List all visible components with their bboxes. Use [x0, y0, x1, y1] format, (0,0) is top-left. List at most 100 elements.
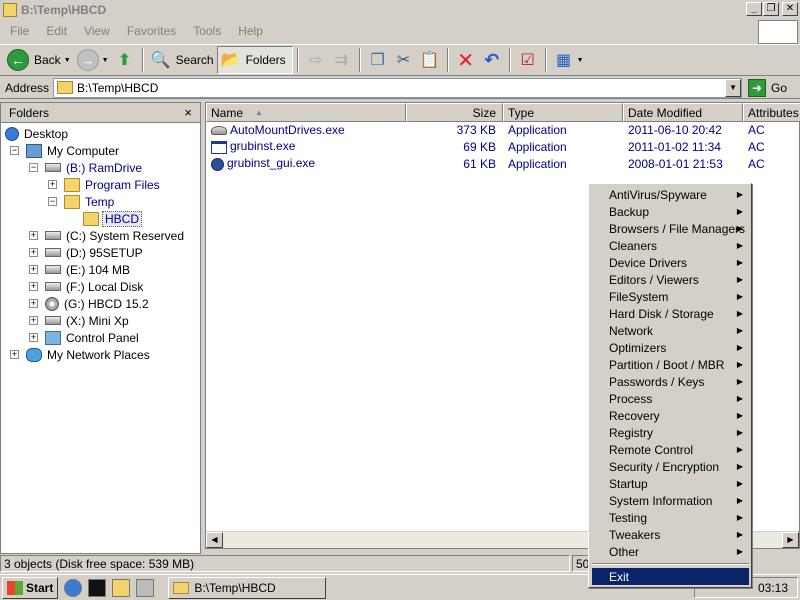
- menu-item-filesystem[interactable]: FileSystem ▶: [592, 288, 749, 305]
- menu-item-hard-disk[interactable]: Hard Disk / Storage ▶: [592, 305, 749, 322]
- menu-view[interactable]: View: [74, 24, 117, 38]
- chevron-down-icon[interactable]: ▼: [64, 57, 71, 64]
- copy-to-button[interactable]: ⇉: [329, 46, 355, 74]
- tree-item-hbcd[interactable]: HBCD: [83, 210, 143, 227]
- expand-icon[interactable]: +: [48, 180, 57, 189]
- menu-tools[interactable]: Tools: [183, 24, 228, 38]
- menu-item-antivirus[interactable]: AntiVirus/Spyware ▶: [592, 186, 749, 203]
- menu-item-recovery[interactable]: Recovery ▶: [592, 407, 749, 424]
- go-button[interactable]: ➜ Go: [748, 78, 787, 97]
- tree-item-f-local-disk[interactable]: (F:) Local Disk: [45, 278, 145, 295]
- up-button[interactable]: ⬆: [112, 46, 138, 74]
- column-name[interactable]: Name ▲: [206, 103, 406, 122]
- back-button[interactable]: ← Back ▼: [4, 46, 74, 74]
- column-headers: Name ▲ Size Type Date Modified Attribute…: [206, 103, 800, 122]
- folders-icon: 📂: [220, 52, 241, 69]
- delete-button[interactable]: ✕: [453, 46, 479, 74]
- expand-icon[interactable]: +: [29, 333, 38, 342]
- expand-icon[interactable]: +: [10, 350, 19, 359]
- menu-item-network[interactable]: Network ▶: [592, 322, 749, 339]
- tree-item-program-files[interactable]: Program Files: [64, 176, 162, 193]
- undo-button[interactable]: ↶: [479, 46, 505, 74]
- tree-item-g-hbcd[interactable]: (G:) HBCD 15.2: [45, 295, 151, 312]
- menu-item-system-information[interactable]: System Information ▶: [592, 492, 749, 509]
- internet-explorer-icon[interactable]: [64, 578, 83, 597]
- tree-item-c-system-reserved[interactable]: (C:) System Reserved: [45, 227, 186, 244]
- chevron-down-icon[interactable]: ▼: [577, 57, 584, 64]
- file-modified: 2008-01-01 21:53: [628, 156, 723, 171]
- menu-favorites[interactable]: Favorites: [117, 24, 183, 38]
- tree-item-b-ramdrive[interactable]: (B:) RamDrive: [45, 159, 144, 176]
- tree-item-my-computer[interactable]: My Computer: [26, 142, 121, 159]
- taskbar-window-button[interactable]: B:\Temp\HBCD: [168, 576, 327, 599]
- menu-help[interactable]: Help: [228, 24, 270, 38]
- disk-utility-icon[interactable]: [136, 578, 155, 597]
- expand-icon[interactable]: +: [29, 299, 38, 308]
- menu-edit[interactable]: Edit: [36, 24, 74, 38]
- column-attributes[interactable]: Attributes: [743, 103, 800, 122]
- tree-item-temp[interactable]: Temp: [64, 193, 116, 210]
- folders-button[interactable]: 📂 Folders: [216, 46, 293, 74]
- menu-item-optimizers[interactable]: Optimizers ▶: [592, 339, 749, 356]
- menu-item-security[interactable]: Security / Encryption ▶: [592, 458, 749, 475]
- close-button[interactable]: ✕: [782, 2, 798, 16]
- address-input[interactable]: B:\Temp\HBCD ▼: [53, 77, 743, 98]
- tree-item-control-panel[interactable]: Control Panel: [45, 329, 141, 346]
- scroll-left-icon[interactable]: ◀: [206, 532, 223, 548]
- minimize-button[interactable]: _: [746, 2, 762, 16]
- column-date-modified[interactable]: Date Modified: [623, 103, 743, 122]
- menu-item-device-drivers[interactable]: Device Drivers ▶: [592, 254, 749, 271]
- collapse-icon[interactable]: −: [10, 146, 19, 155]
- views-button[interactable]: ▦ ▼: [551, 46, 587, 74]
- column-type[interactable]: Type: [503, 103, 623, 122]
- menu-item-registry[interactable]: Registry ▶: [592, 424, 749, 441]
- table-row[interactable]: grubinst.exe 69 KB Application 2011-01-0…: [206, 138, 800, 155]
- copy-button[interactable]: ❐: [365, 46, 391, 74]
- expand-icon[interactable]: +: [29, 231, 38, 240]
- menu-item-testing[interactable]: Testing ▶: [592, 509, 749, 526]
- start-button[interactable]: Start: [2, 576, 59, 599]
- search-button[interactable]: 🔍 Search: [148, 46, 217, 74]
- maximize-button[interactable]: ❐: [763, 2, 779, 16]
- expand-icon[interactable]: +: [29, 248, 38, 257]
- menu-item-tweakers[interactable]: Tweakers ▶: [592, 526, 749, 543]
- collapse-icon[interactable]: −: [29, 163, 38, 172]
- command-prompt-icon[interactable]: [88, 578, 107, 597]
- properties-button[interactable]: ☑: [515, 46, 541, 74]
- forward-button[interactable]: → ▼: [74, 46, 112, 74]
- tree-item-e-104mb[interactable]: (E:) 104 MB: [45, 261, 132, 278]
- tree-item-my-network-places[interactable]: My Network Places: [26, 346, 152, 363]
- expand-icon[interactable]: +: [29, 265, 38, 274]
- scroll-right-icon[interactable]: ▶: [782, 532, 799, 548]
- menu-item-exit[interactable]: Exit: [592, 568, 749, 585]
- cut-button[interactable]: ✂: [391, 46, 417, 74]
- expand-icon[interactable]: +: [29, 316, 38, 325]
- tree-item-desktop[interactable]: Desktop: [5, 125, 70, 142]
- menu-item-other[interactable]: Other ▶: [592, 543, 749, 560]
- close-icon[interactable]: ×: [184, 105, 192, 120]
- expand-icon[interactable]: +: [29, 282, 38, 291]
- menu-item-cleaners[interactable]: Cleaners ▶: [592, 237, 749, 254]
- menu-item-process[interactable]: Process ▶: [592, 390, 749, 407]
- address-dropdown-button[interactable]: ▼: [725, 78, 742, 97]
- menu-item-partition[interactable]: Partition / Boot / MBR ▶: [592, 356, 749, 373]
- menu-item-remote-control[interactable]: Remote Control ▶: [592, 441, 749, 458]
- explorer-folder-icon[interactable]: [112, 578, 131, 597]
- clock[interactable]: 03:13: [758, 581, 788, 595]
- menu-item-browsers[interactable]: Browsers / File Managers ▶: [592, 220, 749, 237]
- collapse-icon[interactable]: −: [48, 197, 57, 206]
- table-row[interactable]: grubinst_gui.exe 61 KB Application 2008-…: [206, 155, 800, 172]
- menu-item-backup[interactable]: Backup ▶: [592, 203, 749, 220]
- menu-item-editors[interactable]: Editors / Viewers ▶: [592, 271, 749, 288]
- chevron-down-icon[interactable]: ▼: [102, 57, 109, 64]
- tree-item-x-mini-xp[interactable]: (X:) Mini Xp: [45, 312, 131, 329]
- column-size[interactable]: Size: [406, 103, 503, 122]
- menu-item-startup[interactable]: Startup ▶: [592, 475, 749, 492]
- menu-file[interactable]: File: [0, 24, 36, 38]
- table-row[interactable]: AutoMountDrives.exe 373 KB Application 2…: [206, 121, 800, 138]
- move-to-button[interactable]: ⇨: [303, 46, 329, 74]
- menu-item-passwords[interactable]: Passwords / Keys ▶: [592, 373, 749, 390]
- paste-button[interactable]: 📋: [417, 46, 443, 74]
- tree-item-d-95setup[interactable]: (D:) 95SETUP: [45, 244, 145, 261]
- submenu-arrow-icon: ▶: [736, 377, 743, 386]
